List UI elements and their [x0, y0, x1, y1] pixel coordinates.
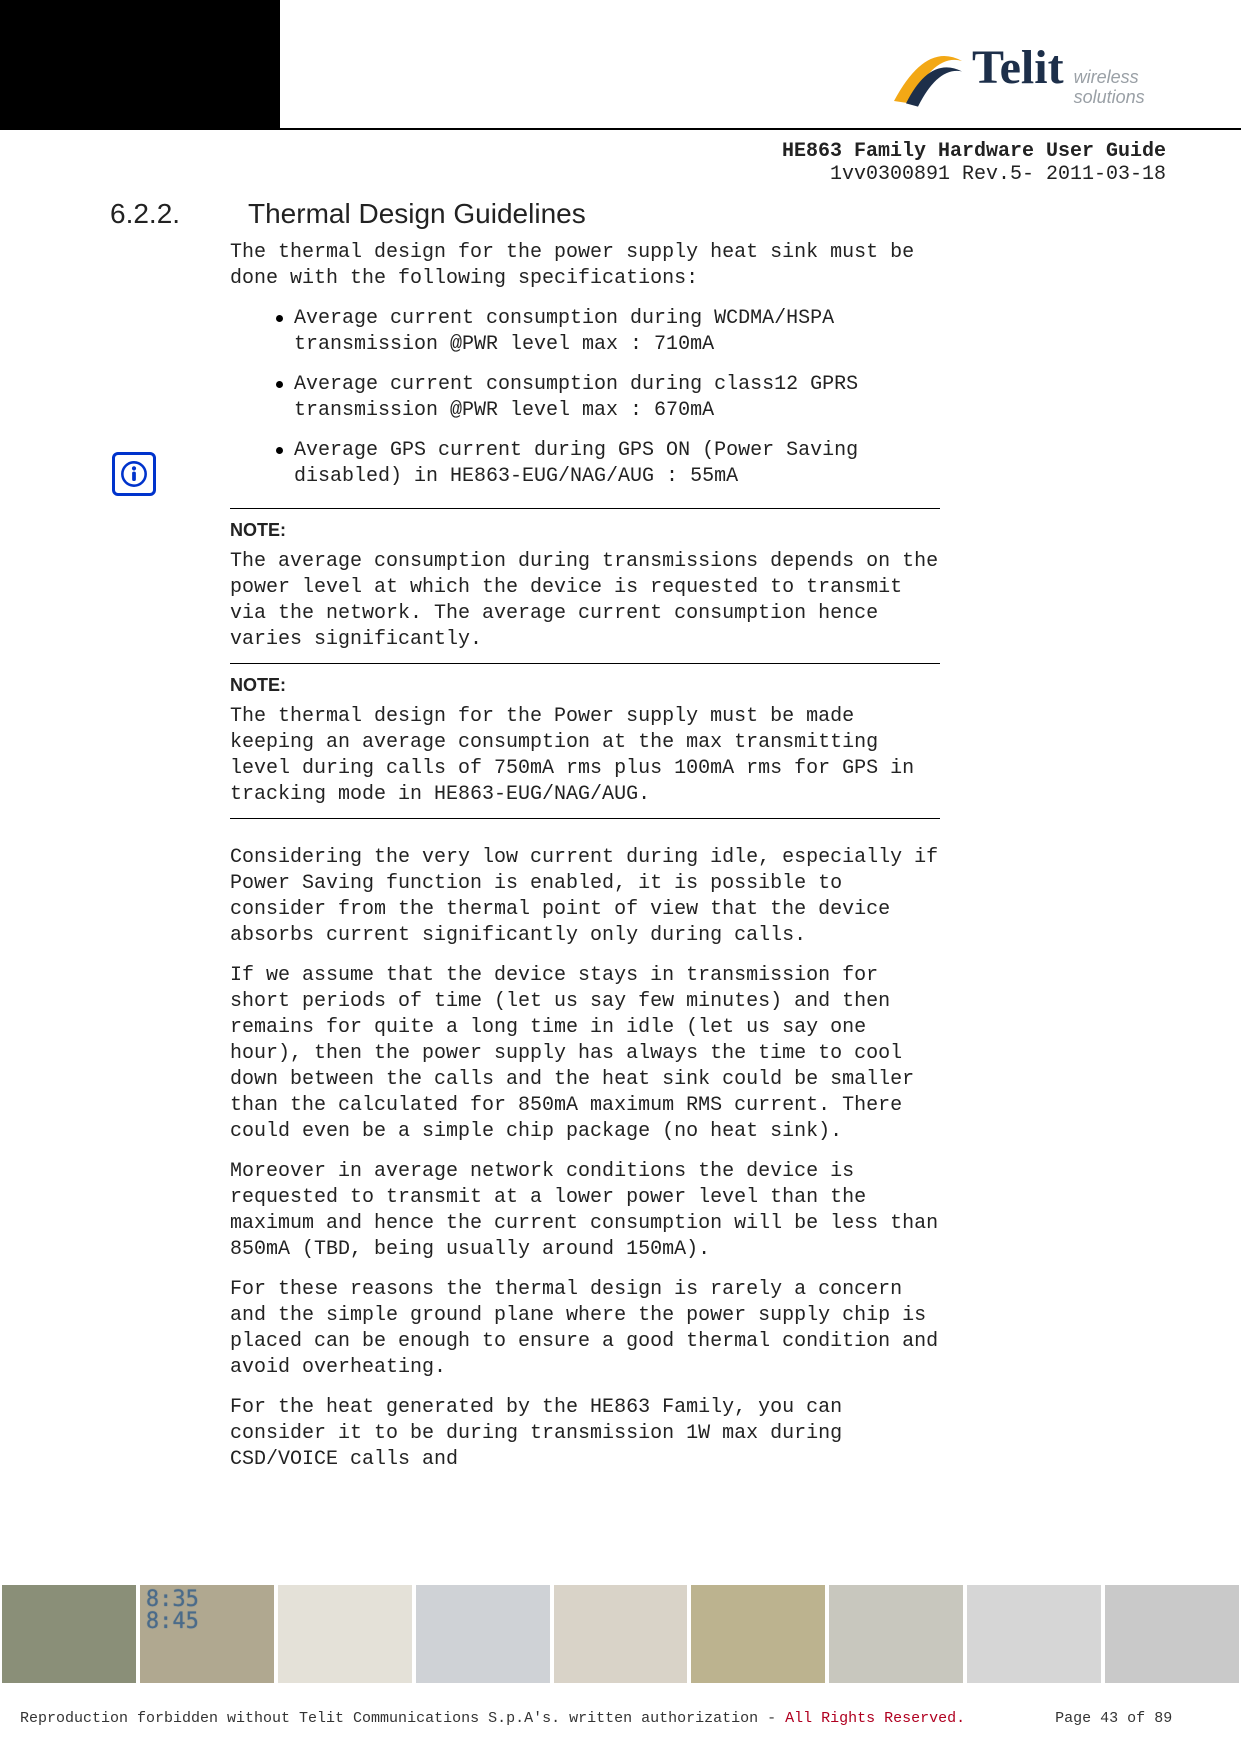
note-label: NOTE:	[230, 672, 940, 698]
clock-digits: 8:35 8:45	[146, 1589, 199, 1633]
page-number: Page 43 of 89	[1055, 1710, 1172, 1727]
note-divider	[230, 663, 940, 664]
intro-paragraph: The thermal design for the power supply …	[230, 240, 940, 292]
doc-revision: 1vv0300891 Rev.5- 2011-03-18	[782, 163, 1166, 186]
info-icon	[112, 452, 156, 496]
brand-logo: Telit wireless solutions	[886, 30, 1166, 116]
footer-tile	[1105, 1585, 1239, 1683]
footer-image-strip: 8:35 8:45	[0, 1585, 1241, 1683]
footer-copyright-b: All Rights Reserved.	[785, 1710, 965, 1727]
footer-tile	[829, 1585, 963, 1683]
note-label: NOTE:	[230, 517, 940, 543]
header-black-block	[0, 0, 280, 128]
spec-item: Average current consumption during WCDMA…	[230, 306, 940, 358]
spec-item: Average GPS current during GPS ON (Power…	[230, 438, 940, 490]
footer-tile	[691, 1585, 825, 1683]
spec-item: Average current consumption during class…	[230, 372, 940, 424]
footer-text: Reproduction forbidden without Telit Com…	[20, 1710, 1220, 1727]
footer-tile	[2, 1585, 136, 1683]
header-rule	[0, 128, 1241, 130]
logo-swoosh-icon	[886, 33, 966, 113]
paragraph: Considering the very low current during …	[230, 845, 940, 949]
doc-header: HE863 Family Hardware User Guide 1vv0300…	[782, 140, 1166, 186]
paragraph: Moreover in average network conditions t…	[230, 1159, 940, 1263]
footer-tile: 8:35 8:45	[140, 1585, 274, 1683]
body-column: The thermal design for the power supply …	[230, 240, 940, 1487]
footer-tile	[967, 1585, 1101, 1683]
footer-tile	[416, 1585, 550, 1683]
section-title: Thermal Design Guidelines	[248, 198, 586, 230]
section-number: 6.2.2.	[110, 198, 180, 230]
paragraph: If we assume that the device stays in tr…	[230, 963, 940, 1145]
note-divider	[230, 508, 940, 509]
footer-tile	[278, 1585, 412, 1683]
brand-tag-2: solutions	[1074, 87, 1145, 107]
doc-title: HE863 Family Hardware User Guide	[782, 140, 1166, 163]
paragraph: For the heat generated by the HE863 Fami…	[230, 1395, 940, 1473]
spec-list: Average current consumption during WCDMA…	[230, 306, 940, 490]
spacer	[230, 827, 940, 845]
brand-tag-1: wireless	[1074, 67, 1145, 87]
note-2-body: The thermal design for the Power supply …	[230, 704, 940, 808]
brand-name: Telit	[972, 40, 1064, 95]
note-1-body: The average consumption during transmiss…	[230, 549, 940, 653]
note-divider	[230, 818, 940, 819]
footer-copyright-a: Reproduction forbidden without Telit Com…	[20, 1710, 785, 1727]
footer-tile	[554, 1585, 688, 1683]
paragraph: For these reasons the thermal design is …	[230, 1277, 940, 1381]
